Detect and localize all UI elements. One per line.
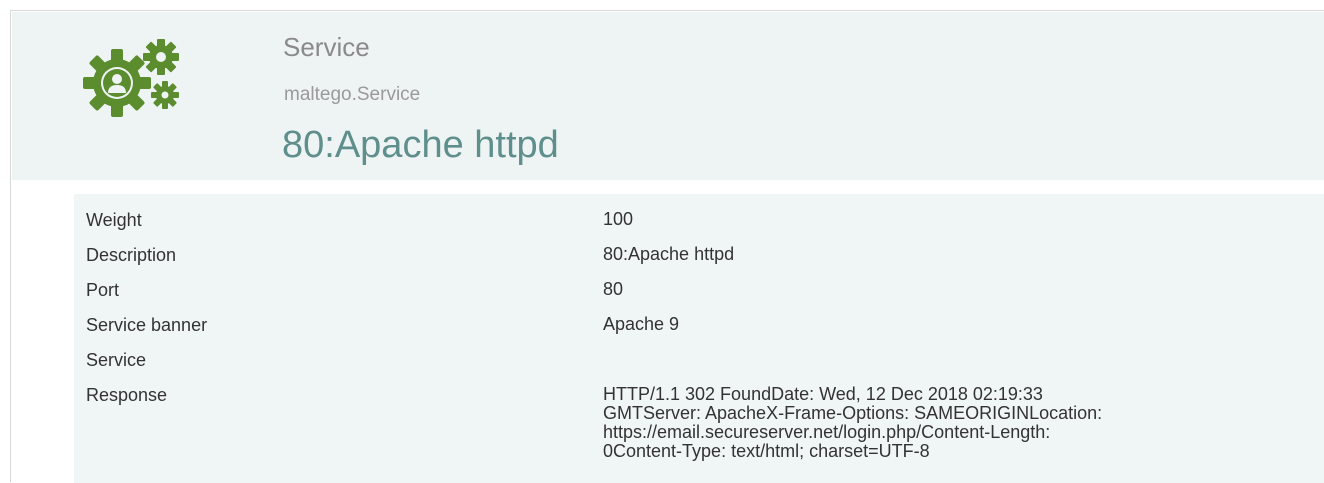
property-value: 100 [603, 209, 634, 229]
property-name: Service banner [86, 315, 208, 335]
property-name: Description [86, 245, 177, 265]
property-name: Service [86, 350, 147, 370]
entity-detail-panel: Service maltego.Service 80:Apache httpd … [10, 10, 1324, 483]
property-value: 80 [603, 279, 624, 299]
entity-type-id: maltego.Service [284, 84, 421, 105]
service-gears-icon [77, 31, 187, 127]
entity-type-name: Service [283, 32, 370, 62]
property-name: Port [86, 280, 120, 300]
property-name: Weight [86, 210, 142, 230]
properties-table: Weight 100 Description 80:Apache httpd P… [74, 194, 1324, 483]
entity-header: Service maltego.Service 80:Apache httpd [12, 12, 1324, 180]
entity-value-title: 80:Apache httpd [282, 124, 559, 166]
property-value: Apache 9 [603, 314, 680, 334]
property-name: Response [86, 385, 168, 405]
property-value: HTTP/1.1 302 FoundDate: Wed, 12 Dec 2018… [603, 384, 1103, 461]
property-value: 80:Apache httpd [603, 244, 735, 264]
